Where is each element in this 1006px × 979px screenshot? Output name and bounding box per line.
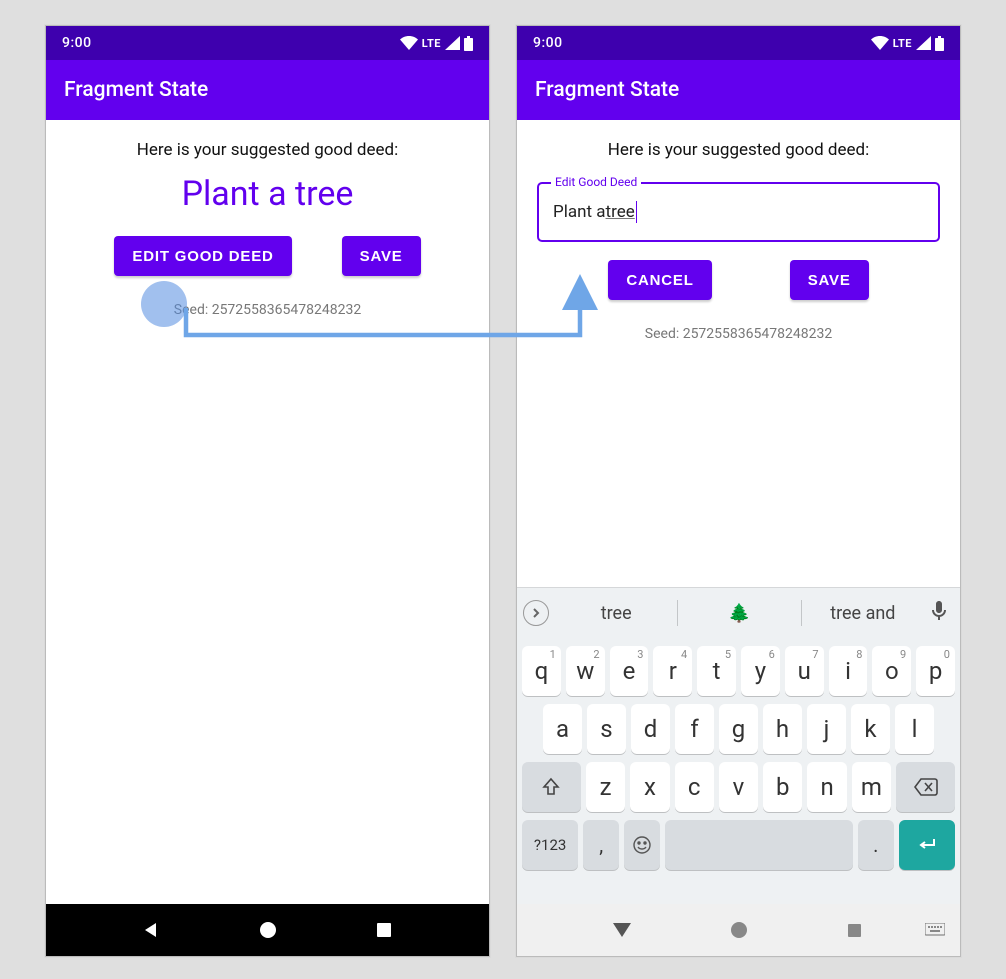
transition-arrow	[0, 0, 1006, 979]
